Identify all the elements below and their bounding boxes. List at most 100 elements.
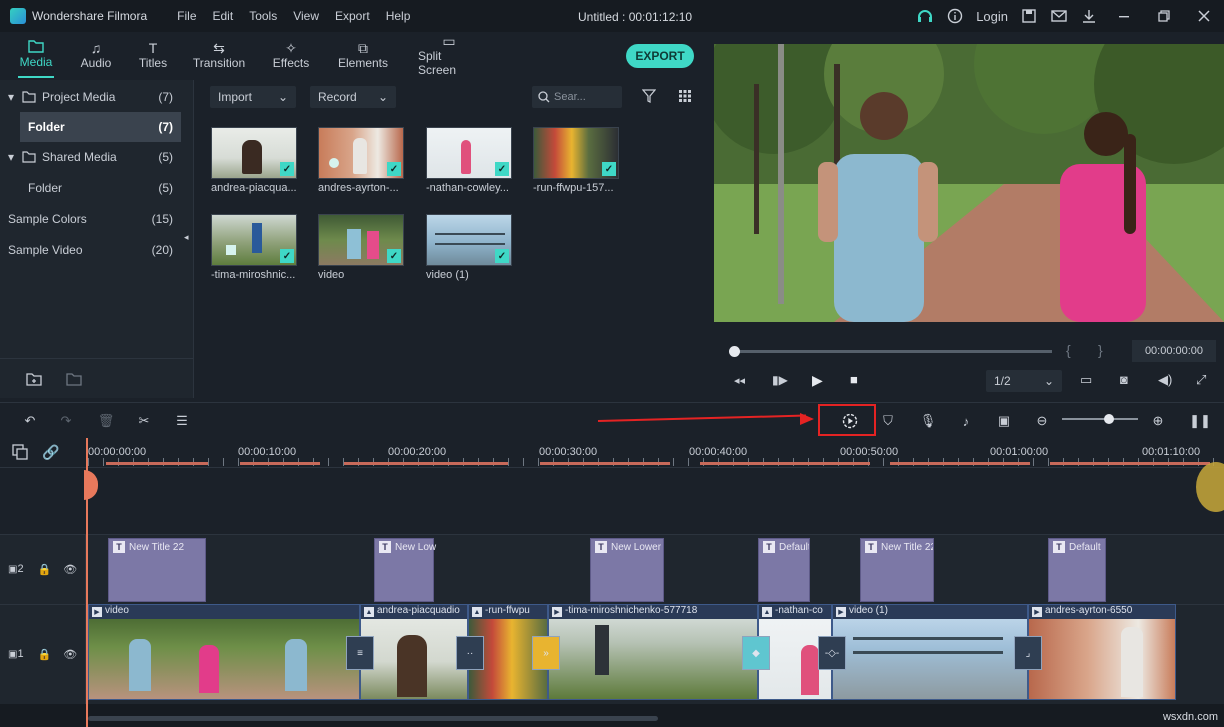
tab-split-screen[interactable]: ▭ Split Screen xyxy=(418,32,480,78)
tab-effects[interactable]: ✧ Effects xyxy=(272,32,310,78)
mail-icon[interactable] xyxy=(1044,0,1074,32)
marker-icon[interactable]: ⛉ xyxy=(878,411,898,431)
zoom-out-icon[interactable]: ⊖ xyxy=(1032,411,1052,431)
adjust-icon[interactable]: ☰ xyxy=(172,411,192,431)
mark-in-icon[interactable]: { xyxy=(1066,342,1071,358)
media-label: video (1) xyxy=(426,269,518,281)
menu-file[interactable]: File xyxy=(177,9,196,23)
transition-marker[interactable]: » xyxy=(532,636,560,670)
zoom-slider[interactable] xyxy=(1062,418,1138,420)
library-item-count: (20) xyxy=(152,243,173,257)
mark-out-icon[interactable]: } xyxy=(1098,342,1103,358)
fullscreen-icon[interactable]: ⤢ xyxy=(1196,372,1206,388)
video-clip[interactable]: ▶video (1) xyxy=(832,604,1028,700)
cut-icon[interactable]: ✂ xyxy=(134,411,154,431)
tab-elements[interactable]: ⧉ Elements xyxy=(338,32,388,78)
media-thumbnail[interactable]: ✓ xyxy=(533,127,619,179)
display-settings-icon[interactable]: ▭ xyxy=(1080,372,1092,388)
add-track-icon[interactable] xyxy=(12,444,28,463)
progress-knob[interactable] xyxy=(729,346,740,357)
stop-icon[interactable]: ■ xyxy=(850,372,858,387)
video-clip[interactable]: ▶video xyxy=(88,604,360,700)
titlebar-right: Login xyxy=(910,0,1224,32)
menu-export[interactable]: Export xyxy=(335,9,370,23)
library-sample-video[interactable]: Sample Video (20) xyxy=(0,235,181,265)
title-clip[interactable]: TNew Title 22 xyxy=(860,538,934,602)
media-thumbnail[interactable]: ✓ xyxy=(426,127,512,179)
step-forward-icon[interactable]: ▮▶ xyxy=(772,373,788,387)
microphone-icon[interactable]: 🎙 xyxy=(918,411,938,431)
eye-icon[interactable]: 👁 xyxy=(63,648,77,661)
scroll-thumb[interactable] xyxy=(88,716,658,721)
login-button[interactable]: Login xyxy=(976,9,1008,24)
library-project-media[interactable]: ▾ Project Media (7) xyxy=(0,82,181,112)
grid-view-icon[interactable] xyxy=(678,89,692,106)
video-clip[interactable]: ▶-tima-miroshnichenko-577718 xyxy=(548,604,758,700)
menu-tools[interactable]: Tools xyxy=(249,9,277,23)
zoom-knob[interactable] xyxy=(1104,414,1114,424)
lock-icon[interactable]: 🔒 xyxy=(38,563,52,576)
media-thumbnail[interactable]: ✓ xyxy=(211,214,297,266)
play-icon[interactable]: ▶ xyxy=(812,372,823,389)
lock-icon[interactable]: 🔒 xyxy=(38,648,52,661)
video-clip[interactable]: ▲andrea-piacquadio xyxy=(360,604,468,700)
zoom-in-icon[interactable]: ⊕ xyxy=(1148,411,1168,431)
close-icon[interactable] xyxy=(1184,0,1224,32)
tab-transition[interactable]: ⇆ Transition xyxy=(194,32,244,78)
menu-help[interactable]: Help xyxy=(386,9,411,23)
transition-marker[interactable]: ⌟ xyxy=(1014,636,1042,670)
minimize-icon[interactable] xyxy=(1104,0,1144,32)
menu-edit[interactable]: Edit xyxy=(213,9,234,23)
library-folder-project[interactable]: Folder (7) xyxy=(20,112,181,142)
transition-marker[interactable]: ·· xyxy=(456,636,484,670)
transition-marker[interactable]: ◆ xyxy=(742,636,770,670)
preview-progress-slider[interactable] xyxy=(734,350,1052,353)
library-shared-media[interactable]: ▾ Shared Media (5) xyxy=(0,142,181,172)
pause-icon[interactable]: ❚❚ xyxy=(1190,411,1210,431)
tab-titles[interactable]: T Titles xyxy=(138,32,168,78)
transition-marker[interactable]: -◇- xyxy=(818,636,846,670)
annotation-highlight-box xyxy=(818,404,876,436)
restore-icon[interactable] xyxy=(1144,0,1184,32)
title-clip[interactable]: TDefault xyxy=(758,538,810,602)
library-folder-shared[interactable]: Folder (5) xyxy=(0,173,181,203)
title-clip[interactable]: TDefault xyxy=(1048,538,1106,602)
tab-media[interactable]: Media xyxy=(18,32,54,78)
link-icon[interactable]: 🔗 xyxy=(42,444,59,461)
media-thumbnail[interactable]: ✓ xyxy=(318,127,404,179)
media-thumbnail[interactable]: ✓ xyxy=(318,214,404,266)
filter-icon[interactable] xyxy=(642,89,656,106)
media-thumbnail[interactable]: ✓ xyxy=(426,214,512,266)
media-thumbnail[interactable]: ✓ xyxy=(211,127,297,179)
title-clip[interactable]: TNew Lower xyxy=(590,538,664,602)
collapse-panel-icon[interactable]: ◂ xyxy=(184,232,189,243)
preview-quality-dropdown[interactable]: 1/2⌄ xyxy=(986,370,1062,392)
headset-icon[interactable] xyxy=(910,0,940,32)
delete-folder-icon[interactable] xyxy=(66,372,82,386)
new-folder-icon[interactable] xyxy=(26,372,42,386)
save-icon[interactable] xyxy=(1014,0,1044,32)
title-clip[interactable]: TNew Title 22 xyxy=(108,538,206,602)
voiceover-icon[interactable]: ▣ xyxy=(994,411,1014,431)
info-icon[interactable] xyxy=(940,0,970,32)
download-icon[interactable] xyxy=(1074,0,1104,32)
video-clip[interactable]: ▶andres-ayrton-6550 xyxy=(1028,604,1176,700)
delete-icon[interactable]: 🗑 xyxy=(96,411,116,431)
rewind-icon[interactable]: ◂◂ xyxy=(734,374,745,387)
audio-mixer-icon[interactable]: ♪ xyxy=(956,411,976,431)
media-search-input[interactable]: Sear... xyxy=(532,86,622,108)
snapshot-icon[interactable]: ◙ xyxy=(1120,372,1128,387)
record-dropdown[interactable]: Record⌄ xyxy=(310,86,396,108)
menu-view[interactable]: View xyxy=(293,9,319,23)
volume-icon[interactable]: ◀) xyxy=(1158,372,1172,388)
title-clip[interactable]: TNew Low xyxy=(374,538,434,602)
undo-icon[interactable]: ↶ xyxy=(20,411,40,431)
tab-audio[interactable]: ♫ Audio xyxy=(80,32,112,78)
eye-icon[interactable]: 👁 xyxy=(63,563,77,576)
transition-marker[interactable]: ≡ xyxy=(346,636,374,670)
tab-split-screen-label: Split Screen xyxy=(418,49,480,77)
redo-icon[interactable]: ↷ xyxy=(56,411,76,431)
import-dropdown[interactable]: Import⌄ xyxy=(210,86,296,108)
library-sample-colors[interactable]: Sample Colors (15) xyxy=(0,204,181,234)
export-button[interactable]: EXPORT xyxy=(626,44,694,68)
